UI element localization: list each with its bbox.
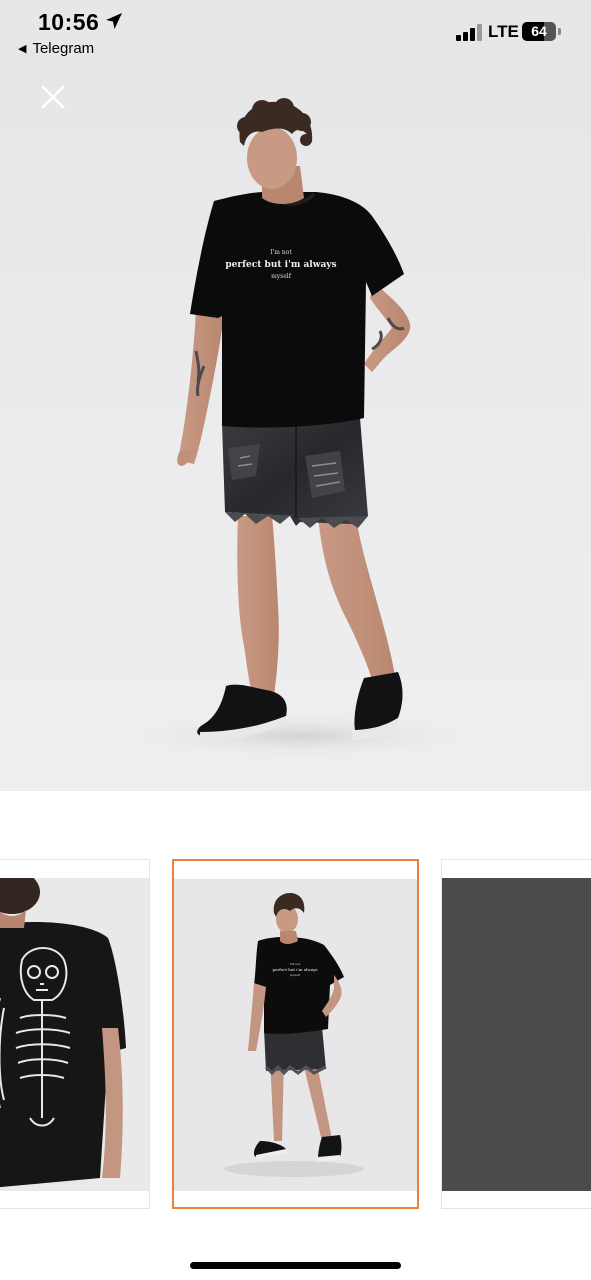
signal-strength-icon [456,24,482,41]
svg-text:myself: myself [290,973,301,977]
svg-text:perfect but i'm always: perfect but i'm always [272,967,317,972]
thumbnail-strip: I'm not perfect but i'm always myself [0,791,591,1251]
svg-text:I'm not: I'm not [290,962,302,966]
thumbnail-back-view[interactable] [0,859,150,1209]
battery-level: 64 [531,23,547,39]
shirt-print-line2: perfect but i'm always [225,260,336,270]
battery-tip [558,28,561,35]
home-indicator[interactable] [190,1262,401,1269]
close-icon[interactable] [38,82,68,112]
back-app-label: Telegram [32,40,95,57]
thumbnail-front-view-selected[interactable]: I'm not perfect but i'm always myself [172,859,419,1209]
product-photo-viewer: 10:56 LTE 64 ◀ Telegram I'm not perfect … [0,0,591,1280]
thumbnail-back-image [0,878,149,1191]
model-photo: I'm not perfect but i'm always myself [130,98,470,758]
back-to-app-link[interactable]: ◀ Telegram [18,40,94,57]
main-product-image[interactable]: I'm not perfect but i'm always myself [0,46,591,791]
shirt-print-line1: I'm not [270,249,292,256]
battery-icon: 64 [522,22,556,41]
back-triangle-icon: ◀ [18,43,27,55]
thumbnail-dark-view[interactable] [441,859,591,1209]
status-time: 10:56 [38,9,100,35]
location-arrow-icon [106,13,122,29]
thumbnail-dark-image [442,878,591,1191]
shirt-print-line3: myself [271,273,292,280]
thumbnail-front-image: I'm not perfect but i'm always myself [174,879,417,1191]
network-type: LTE [488,22,519,41]
